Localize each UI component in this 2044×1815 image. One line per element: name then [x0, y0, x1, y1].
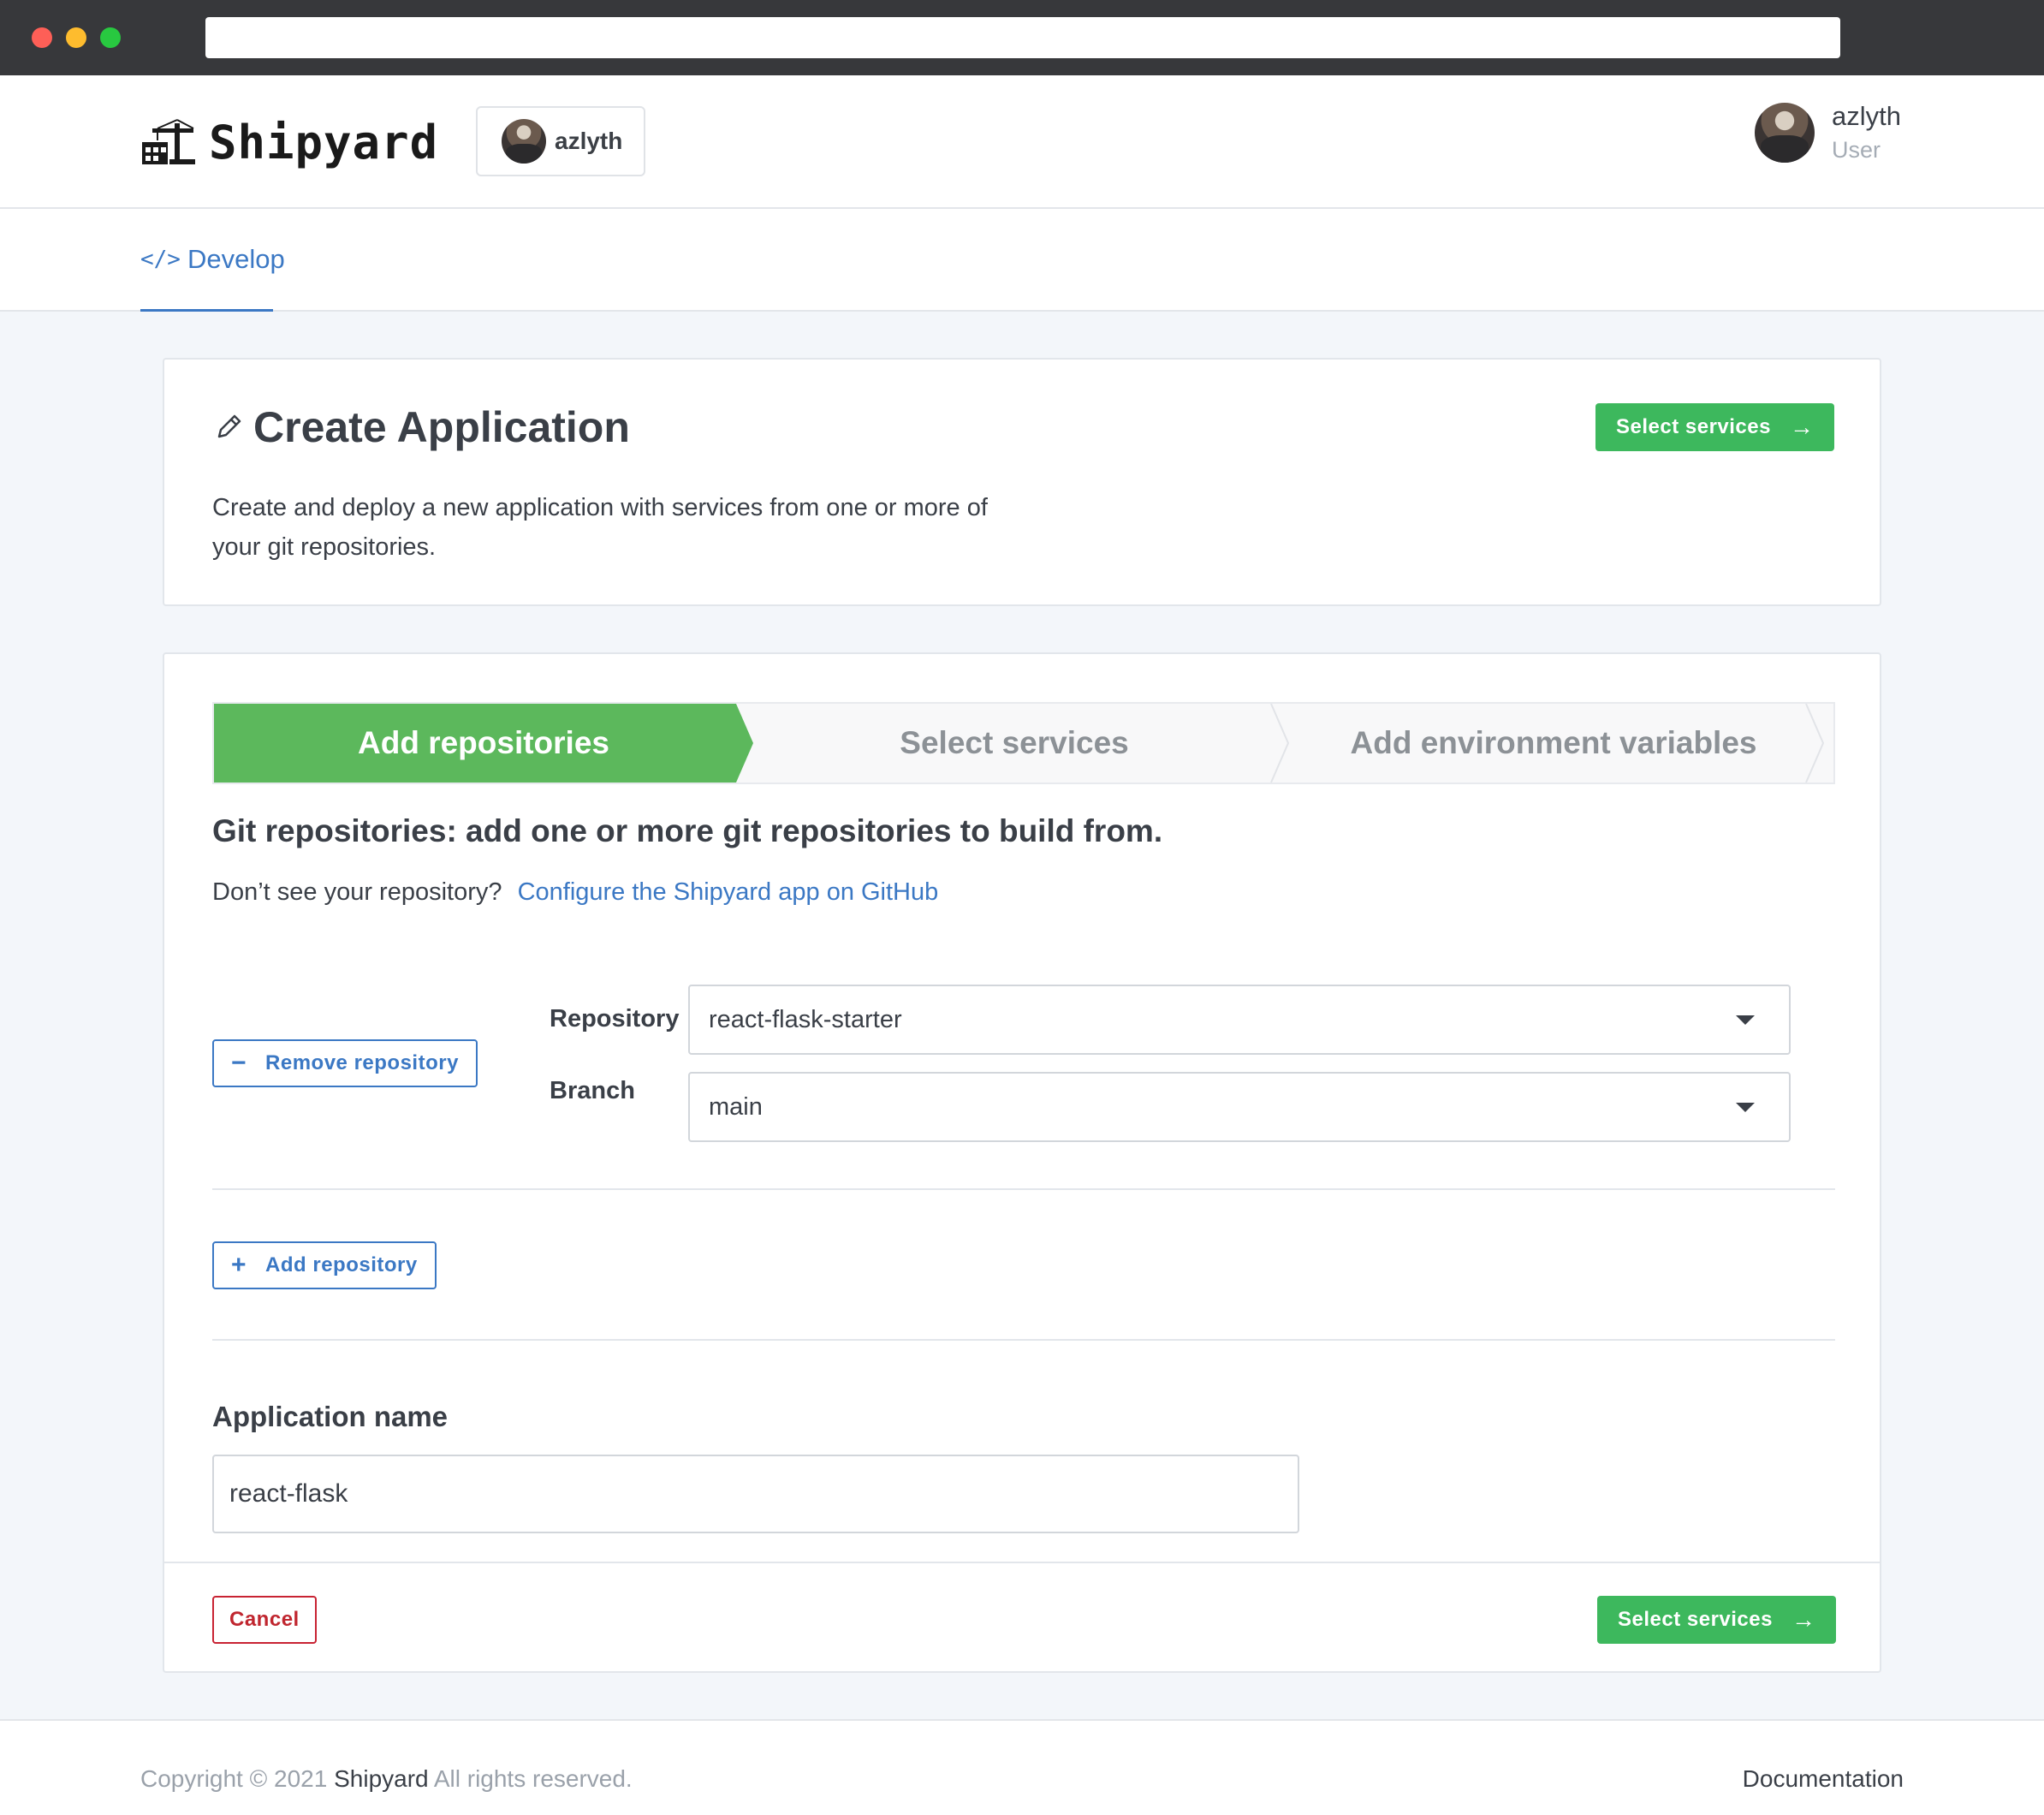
- documentation-link[interactable]: Documentation: [1743, 1765, 1904, 1793]
- minus-icon: −: [231, 1049, 247, 1077]
- user-menu[interactable]: azlyth User: [1755, 101, 1901, 164]
- caret-down-icon: [1736, 1015, 1755, 1025]
- help-line: Don’t see your repository? Configure the…: [212, 878, 938, 907]
- create-application-card: Create Application Create and deploy a n…: [163, 358, 1881, 606]
- add-repository-button[interactable]: + Add repository: [212, 1241, 437, 1289]
- divider: [212, 1339, 1835, 1341]
- org-switcher[interactable]: azlyth: [476, 106, 645, 176]
- user-avatar: [1755, 102, 1815, 163]
- org-name: azlyth: [555, 128, 623, 154]
- repository-label: Repository: [550, 1005, 680, 1032]
- branch-value: main: [709, 1092, 763, 1121]
- wizard-steps: Add repositories Select services Add env…: [212, 702, 1835, 784]
- pencil-icon: [217, 414, 241, 438]
- repository-select[interactable]: react-flask-starter: [688, 985, 1791, 1055]
- copyright-suffix: All rights reserved.: [433, 1765, 633, 1792]
- select-services-label: Select services: [1618, 1608, 1773, 1631]
- add-repository-label: Add repository: [265, 1253, 418, 1276]
- copyright-brand: Shipyard: [334, 1765, 429, 1792]
- page-title: Create Application: [253, 403, 630, 451]
- minimize-window-icon[interactable]: [66, 27, 86, 48]
- arrow-right-icon: →: [1791, 1606, 1816, 1633]
- maximize-window-icon[interactable]: [100, 27, 121, 48]
- tab-develop[interactable]: </> Develop: [140, 209, 285, 312]
- org-avatar: [502, 119, 546, 164]
- caret-down-icon: [1736, 1103, 1755, 1112]
- address-bar[interactable]: [205, 17, 1840, 58]
- plus-icon: +: [231, 1251, 247, 1279]
- application-name-label: Application name: [212, 1401, 449, 1432]
- shipyard-logo[interactable]: Shipyard: [140, 108, 438, 176]
- select-services-button-top[interactable]: Select services →: [1595, 403, 1835, 451]
- copyright: Copyright © 2021 Shipyard All rights res…: [140, 1765, 633, 1793]
- arrow-right-icon: →: [1789, 414, 1815, 440]
- remove-repository-button[interactable]: − Remove repository: [212, 1039, 478, 1087]
- branch-label: Branch: [550, 1077, 635, 1104]
- main-nav: </> Develop: [0, 209, 2044, 312]
- select-services-label: Select services: [1616, 415, 1771, 438]
- application-name-input[interactable]: [212, 1455, 1299, 1533]
- divider: [212, 1188, 1835, 1190]
- cancel-button[interactable]: Cancel: [212, 1596, 317, 1644]
- tab-develop-label: Develop: [187, 243, 285, 274]
- git-repositories-heading: Git repositories: add one or more git re…: [212, 813, 1163, 848]
- remove-repository-label: Remove repository: [265, 1051, 459, 1074]
- user-name: azlyth: [1832, 101, 1901, 131]
- code-icon: </>: [140, 246, 181, 272]
- configure-github-link[interactable]: Configure the Shipyard app on GitHub: [518, 878, 939, 906]
- close-window-icon[interactable]: [32, 27, 52, 48]
- help-text: Don’t see your repository?: [212, 878, 502, 906]
- step-select-services[interactable]: Select services: [745, 704, 1284, 783]
- page-footer: Copyright © 2021 Shipyard All rights res…: [0, 1719, 2044, 1815]
- browser-chrome: [0, 0, 2044, 75]
- card-footer-divider: [164, 1562, 1880, 1563]
- branch-select[interactable]: main: [688, 1072, 1791, 1142]
- page-description: Create and deploy a new application with…: [212, 494, 988, 561]
- user-role: User: [1832, 137, 1881, 163]
- repository-value: react-flask-starter: [709, 1005, 902, 1033]
- copyright-prefix: Copyright © 2021: [140, 1765, 328, 1792]
- step-add-environment-variables[interactable]: Add environment variables: [1284, 704, 1823, 783]
- wizard-card: Add repositories Select services Add env…: [163, 652, 1881, 1673]
- select-services-button-bottom[interactable]: Select services →: [1597, 1596, 1837, 1644]
- app-header: Shipyard azlyth azlyth User: [0, 75, 2044, 209]
- crane-icon: [142, 119, 195, 164]
- step-add-repositories[interactable]: Add repositories: [214, 704, 753, 783]
- brand-name: Shipyard: [209, 115, 439, 170]
